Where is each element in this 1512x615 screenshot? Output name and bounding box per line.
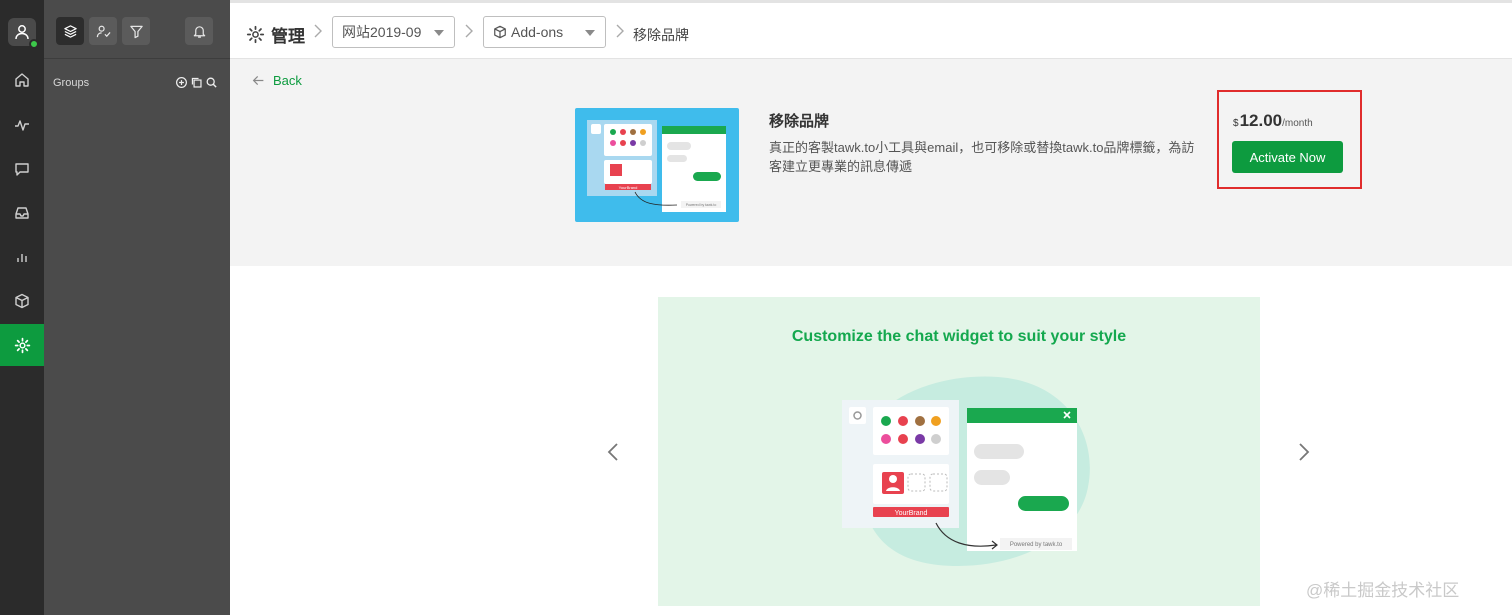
online-status-dot xyxy=(29,39,39,49)
carousel-powered-label: Powered by tawk.to xyxy=(1010,542,1063,548)
breadcrumb-chevron-icon xyxy=(616,24,624,38)
property-dropdown-value: 网站2019-09 xyxy=(342,24,422,40)
thumb-brand-label: YourBrand xyxy=(619,185,638,190)
nav-addons[interactable] xyxy=(0,280,44,322)
price-amount: 12.00 xyxy=(1239,111,1283,130)
user-check-icon xyxy=(96,25,111,37)
addon-summary: Back YourBrand Powered by tawk.to 移除品牌 真… xyxy=(230,59,1512,266)
price-currency: $ xyxy=(1233,118,1239,129)
filter-icon xyxy=(129,25,143,38)
back-link[interactable]: Back xyxy=(252,73,302,88)
carousel-brand-label: YourBrand xyxy=(895,510,928,517)
group-actions xyxy=(175,76,218,89)
layers-icon xyxy=(63,24,77,38)
nav-monitoring[interactable] xyxy=(0,104,44,146)
carousel-prev-button[interactable] xyxy=(601,440,625,464)
activate-now-button[interactable]: Activate Now xyxy=(1232,141,1343,173)
page-title: 管理 xyxy=(271,27,305,46)
section-dropdown-value: Add-ons xyxy=(511,24,564,40)
chevron-down-icon xyxy=(434,30,444,36)
breadcrumb-chevron-icon xyxy=(314,24,322,38)
customize-widget-illustration: YourBrand Powered by tawk.to xyxy=(842,376,1090,567)
chat-icon xyxy=(15,163,29,176)
home-icon xyxy=(15,73,29,87)
pricing-box: $ 12.00 /month Activate Now xyxy=(1217,90,1362,189)
copy-icon[interactable] xyxy=(190,76,203,89)
product-description: 真正的客製tawk.to小工具與email，也可移除或替換tawk.to品牌標籤… xyxy=(769,140,1195,174)
tab-filter[interactable] xyxy=(122,17,150,45)
nav-reporting[interactable] xyxy=(0,236,44,278)
breadcrumb-chevron-icon xyxy=(465,24,473,38)
groups-label: Groups xyxy=(53,77,90,89)
reports-icon xyxy=(17,254,27,262)
page-title-wrap: 管理 xyxy=(246,22,305,47)
widget-illustration: YourBrand Powered by tawk.to xyxy=(587,120,726,212)
tab-agents[interactable] xyxy=(89,17,117,45)
chevron-right-icon xyxy=(1299,443,1310,461)
settings-icon xyxy=(14,337,30,353)
breadcrumb-current: 移除品牌 xyxy=(633,27,689,43)
nav-home[interactable] xyxy=(0,59,44,101)
addons-icon xyxy=(494,25,506,39)
top-header: 管理 网站2019-09 Add-ons 移除品牌 xyxy=(230,0,1512,59)
icon-rail xyxy=(0,0,44,615)
notifications-button[interactable] xyxy=(185,17,213,45)
chevron-down-icon xyxy=(585,30,595,36)
activity-icon xyxy=(15,120,29,131)
section-dropdown[interactable]: Add-ons xyxy=(483,16,606,48)
nav-inbox[interactable] xyxy=(0,192,44,234)
addons-icon xyxy=(15,293,29,309)
chevron-left-icon xyxy=(607,443,618,461)
groups-panel: Groups xyxy=(44,0,230,615)
inbox-icon xyxy=(15,207,29,219)
product-title: 移除品牌 xyxy=(769,113,830,130)
thumb-powered-label: Powered by tawk.to xyxy=(686,203,717,207)
tab-layers[interactable] xyxy=(56,17,84,45)
price-period: /month xyxy=(1282,118,1313,129)
watermark: @稀土掘金技术社区 xyxy=(1306,581,1460,600)
search-icon[interactable] xyxy=(205,76,218,89)
user-avatar[interactable] xyxy=(8,18,39,49)
user-icon xyxy=(15,25,29,40)
nav-messaging[interactable] xyxy=(0,148,44,190)
bell-icon xyxy=(193,25,205,38)
product-thumbnail: YourBrand Powered by tawk.to xyxy=(575,108,739,222)
settings-icon xyxy=(246,25,265,44)
arrow-left-icon xyxy=(252,76,264,85)
nav-administration[interactable] xyxy=(0,324,44,366)
property-dropdown[interactable]: 网站2019-09 xyxy=(332,16,455,48)
price: $ 12.00 /month xyxy=(1233,111,1313,131)
carousel-slide: Customize the chat widget to suit your s… xyxy=(658,297,1260,606)
add-circle-icon[interactable] xyxy=(175,76,188,89)
panel-divider xyxy=(44,58,230,59)
carousel-next-button[interactable] xyxy=(1292,440,1316,464)
back-label: Back xyxy=(273,73,302,88)
